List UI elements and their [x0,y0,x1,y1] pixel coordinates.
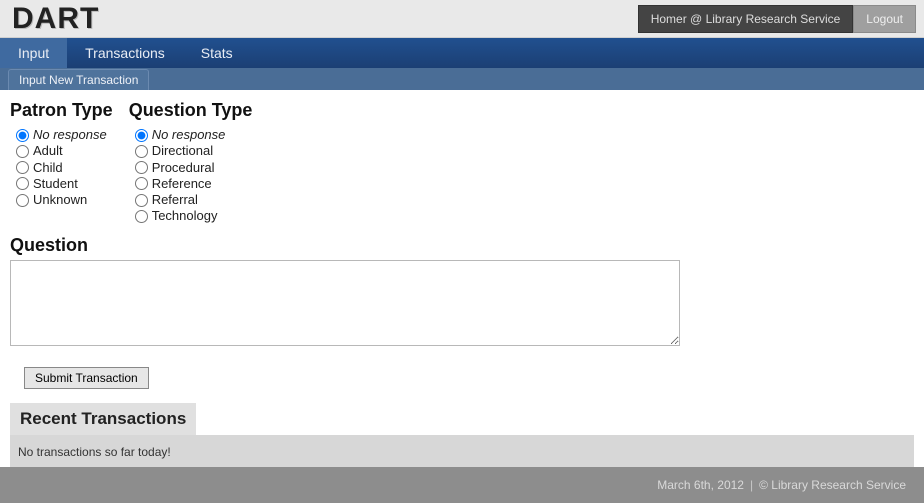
patron-type-option-label: Child [33,160,63,176]
question-type-option[interactable]: No response [135,127,253,143]
footer-separator: | [750,478,753,492]
nav-stats[interactable]: Stats [183,38,251,68]
footer-copyright: © Library Research Service [759,478,906,492]
submit-row: Submit Transaction [24,367,914,389]
top-bar: DART Homer @ Library Research Service Lo… [0,0,924,38]
submit-transaction-button[interactable]: Submit Transaction [24,367,149,389]
primary-nav: Input Transactions Stats [0,38,924,68]
question-type-option-label: No response [152,127,226,143]
patron-type-option[interactable]: Student [16,176,113,192]
question-type-option[interactable]: Referral [135,192,253,208]
user-identity-chip[interactable]: Homer @ Library Research Service [638,5,854,33]
question-type-radio[interactable] [135,145,148,158]
patron-type-radio[interactable] [16,194,29,207]
nav-input[interactable]: Input [0,38,67,68]
patron-type-option-label: Unknown [33,192,87,208]
question-type-option-label: Procedural [152,160,215,176]
question-type-radio[interactable] [135,210,148,223]
footer-date: March 6th, 2012 [657,478,744,492]
patron-type-option[interactable]: No response [16,127,113,143]
patron-type-options: No response Adult Child Student Unknown [10,127,113,208]
question-type-option[interactable]: Procedural [135,160,253,176]
top-right-group: Homer @ Library Research Service Logout [638,5,916,33]
question-type-options: No response Directional Procedural Refer… [129,127,253,225]
question-textarea[interactable] [10,260,680,346]
recent-transactions-heading: Recent Transactions [10,403,196,435]
recent-transactions-body: No transactions so far today! [10,435,914,471]
footer-bar: March 6th, 2012 | © Library Research Ser… [0,467,924,503]
logout-button[interactable]: Logout [853,5,916,33]
question-type-option[interactable]: Reference [135,176,253,192]
question-type-radio[interactable] [135,161,148,174]
patron-type-radio[interactable] [16,161,29,174]
patron-type-group: Patron Type No response Adult Child Stud… [10,100,113,225]
patron-type-option-label: Adult [33,143,63,159]
question-type-option[interactable]: Directional [135,143,253,159]
app-logo: DART [12,2,99,36]
patron-type-heading: Patron Type [10,100,113,121]
patron-type-radio[interactable] [16,129,29,142]
sub-nav: Input New Transaction [0,68,924,90]
question-heading: Question [10,235,914,256]
radio-groups-row: Patron Type No response Adult Child Stud… [10,100,914,225]
patron-type-radio[interactable] [16,145,29,158]
patron-type-option[interactable]: Unknown [16,192,113,208]
patron-type-radio[interactable] [16,177,29,190]
question-type-option-label: Referral [152,192,198,208]
question-type-option-label: Directional [152,143,213,159]
question-type-option-label: Technology [152,208,218,224]
question-type-heading: Question Type [129,100,253,121]
content-area: Patron Type No response Adult Child Stud… [0,90,924,471]
question-type-group: Question Type No response Directional Pr… [129,100,253,225]
question-type-radio[interactable] [135,177,148,190]
patron-type-option[interactable]: Child [16,160,113,176]
patron-type-option[interactable]: Adult [16,143,113,159]
question-type-radio[interactable] [135,194,148,207]
question-type-radio[interactable] [135,129,148,142]
subnav-tab-input-new[interactable]: Input New Transaction [8,69,149,90]
patron-type-option-label: No response [33,127,107,143]
question-type-option[interactable]: Technology [135,208,253,224]
patron-type-option-label: Student [33,176,78,192]
nav-transactions[interactable]: Transactions [67,38,183,68]
question-type-option-label: Reference [152,176,212,192]
